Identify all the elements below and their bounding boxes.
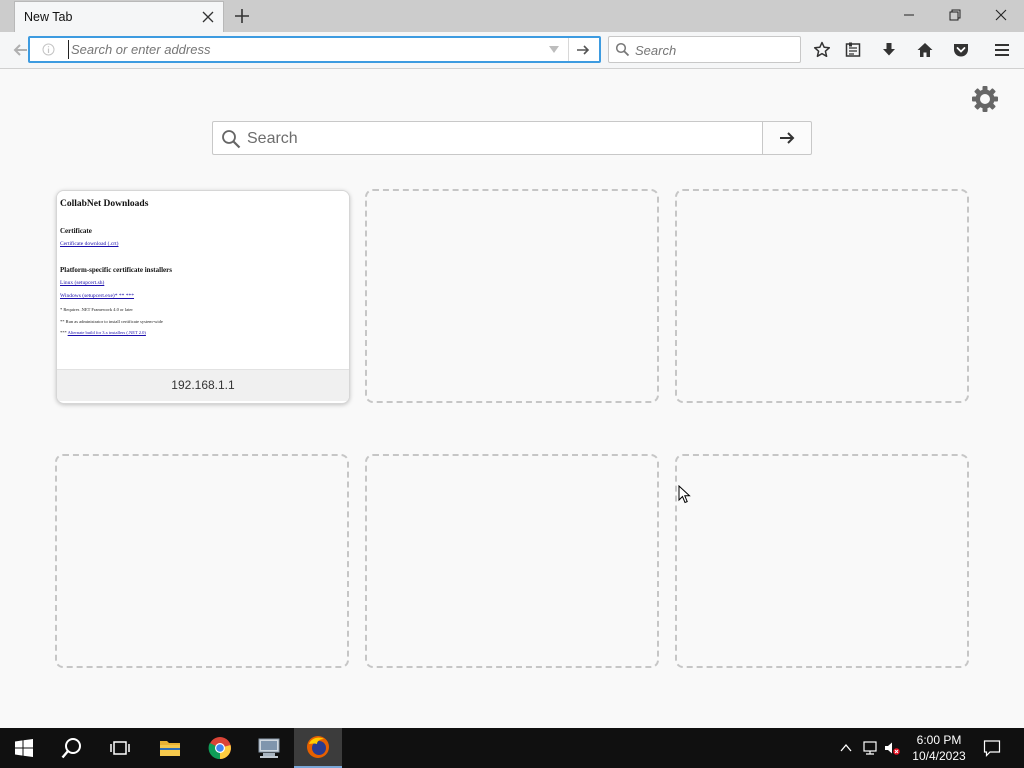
bookmark-star-button[interactable] bbox=[810, 38, 834, 62]
thumbnail-note-prefix: *** bbox=[60, 330, 67, 335]
url-divider bbox=[568, 38, 569, 61]
newtab-search-input[interactable] bbox=[247, 128, 747, 150]
bookmarks-list-icon bbox=[845, 42, 861, 57]
empty-tile-placeholder bbox=[675, 189, 969, 403]
star-icon bbox=[813, 41, 831, 58]
tab-new-tab[interactable]: New Tab bbox=[14, 1, 224, 32]
tab-title: New Tab bbox=[24, 10, 73, 24]
thumbnail-heading: Certificate bbox=[60, 227, 92, 235]
tile-label: 192.168.1.1 bbox=[57, 369, 349, 401]
chrome-icon bbox=[208, 737, 231, 760]
info-icon[interactable] bbox=[42, 43, 55, 56]
newtab-search-box[interactable] bbox=[212, 121, 763, 155]
clock-time: 6:00 PM bbox=[916, 733, 962, 747]
close-window-button[interactable] bbox=[978, 0, 1024, 30]
downloads-button[interactable] bbox=[877, 38, 901, 62]
restore-icon bbox=[949, 9, 961, 21]
notifications-icon[interactable] bbox=[983, 739, 1001, 757]
chevron-up-icon[interactable] bbox=[838, 740, 854, 756]
download-arrow-icon bbox=[883, 43, 895, 56]
close-icon bbox=[995, 9, 1007, 21]
tab-close-icon[interactable] bbox=[200, 9, 216, 25]
thumbnail-link: Alternate build for 3.x installers (.NET… bbox=[67, 330, 146, 335]
thumbnail-note: ** Run as administrator to install certi… bbox=[60, 319, 163, 324]
volume-muted-icon[interactable] bbox=[884, 740, 900, 756]
open-menu-button[interactable] bbox=[990, 38, 1014, 62]
chrome-button[interactable] bbox=[196, 728, 244, 768]
minimize-icon bbox=[904, 14, 914, 16]
tab-strip: New Tab bbox=[0, 0, 1024, 32]
computer-network-icon bbox=[258, 738, 280, 758]
top-site-tile[interactable]: CollabNet Downloads Certificate Certific… bbox=[56, 190, 350, 404]
settings-gear-icon[interactable] bbox=[970, 84, 1000, 114]
search-icon[interactable] bbox=[615, 42, 630, 57]
network-icon[interactable] bbox=[862, 740, 878, 756]
windows-logo-icon bbox=[15, 739, 33, 757]
pocket-button[interactable] bbox=[949, 38, 973, 62]
file-explorer-button[interactable] bbox=[146, 728, 194, 768]
address-bar[interactable] bbox=[28, 36, 601, 63]
minimize-button[interactable] bbox=[886, 0, 932, 30]
empty-tile-placeholder bbox=[365, 189, 659, 403]
hamburger-menu-icon bbox=[995, 44, 1009, 56]
thumbnail-link: Linux (setupcert.sh) bbox=[60, 280, 105, 286]
search-icon bbox=[222, 130, 241, 149]
bookmarks-menu-button[interactable] bbox=[841, 38, 865, 62]
windows-taskbar: 6:00 PM 10/4/2023 bbox=[0, 728, 1024, 768]
start-button[interactable] bbox=[0, 728, 48, 768]
firefox-icon bbox=[307, 736, 329, 758]
newtab-search-submit-button[interactable] bbox=[762, 121, 812, 155]
task-view-button[interactable] bbox=[96, 728, 144, 768]
thumbnail-heading: Platform-specific certificate installers bbox=[60, 266, 172, 274]
search-taskbar-button[interactable] bbox=[48, 728, 96, 768]
search-bar[interactable] bbox=[608, 36, 801, 63]
clock-date: 10/4/2023 bbox=[912, 749, 966, 763]
task-view-icon bbox=[110, 741, 130, 755]
thumbnail-note: * Requires .NET Framework 4.0 or later bbox=[60, 307, 133, 312]
search-input[interactable] bbox=[635, 41, 795, 59]
go-arrow-icon[interactable] bbox=[575, 42, 591, 58]
thumbnail-title: CollabNet Downloads bbox=[60, 199, 149, 209]
dropdown-triangle-icon[interactable] bbox=[548, 45, 560, 55]
network-app-button[interactable] bbox=[245, 728, 293, 768]
mouse-cursor-icon bbox=[678, 485, 691, 504]
address-input[interactable] bbox=[68, 40, 538, 59]
site-thumbnail: CollabNet Downloads Certificate Certific… bbox=[57, 191, 349, 369]
navigation-toolbar bbox=[0, 32, 1024, 69]
empty-tile-placeholder bbox=[365, 454, 659, 668]
empty-tile-placeholder bbox=[675, 454, 969, 668]
pocket-icon bbox=[954, 44, 968, 57]
home-button[interactable] bbox=[913, 38, 937, 62]
arrow-right-icon bbox=[780, 132, 795, 144]
thumbnail-link: Windows (setupcert.exe)* ** *** bbox=[60, 293, 135, 299]
restore-button[interactable] bbox=[932, 0, 978, 30]
empty-tile-placeholder bbox=[55, 454, 349, 668]
firefox-button[interactable] bbox=[294, 728, 342, 768]
thumbnail-note: *** Alternate build for 3.x installers (… bbox=[60, 330, 146, 335]
folder-icon bbox=[160, 741, 180, 756]
new-tab-plus-icon[interactable] bbox=[232, 6, 252, 26]
search-icon bbox=[61, 738, 81, 759]
home-icon bbox=[917, 43, 933, 57]
thumbnail-link: Certificate download (.crt) bbox=[60, 241, 119, 247]
taskbar-clock[interactable]: 6:00 PM 10/4/2023 bbox=[906, 732, 972, 764]
